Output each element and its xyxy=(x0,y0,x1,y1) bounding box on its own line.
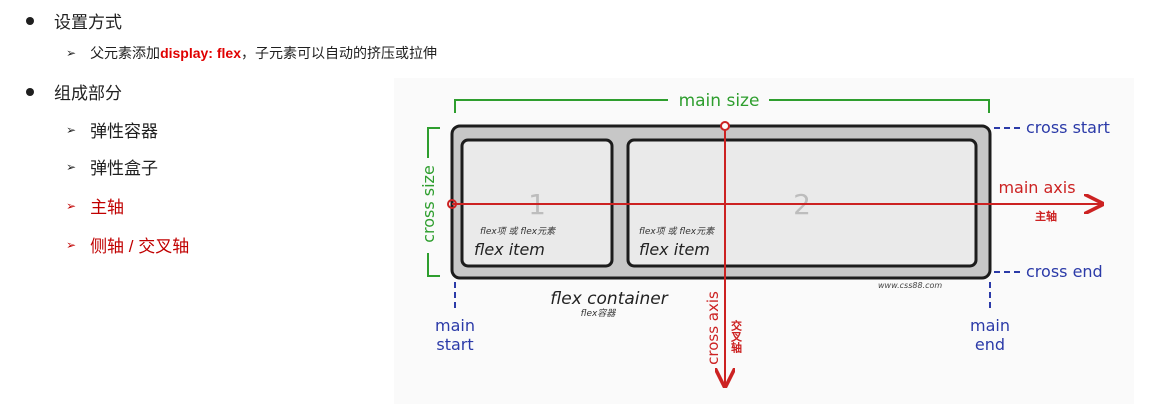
setup-detail-prefix: 父元素添加 xyxy=(90,45,161,61)
flex-item-2-caption: flex item xyxy=(639,240,710,259)
flexbox-diagram: main size cross size 1 flex项 或 flex元素 fl… xyxy=(394,78,1134,404)
setup-detail-code: display: flex xyxy=(160,45,241,61)
setup-detail: ➢ 父元素添加 display: flex ，子元素可以自动的挤压或拉伸 xyxy=(66,43,437,63)
cross-axis-label: cross axis xyxy=(704,291,722,365)
cross-start-label: cross start xyxy=(1026,118,1110,137)
main-start-label-1: main xyxy=(435,316,475,335)
parts-item-label: 侧轴 / 交叉轴 xyxy=(90,237,190,256)
parts-item: ➢ 侧轴 / 交叉轴 xyxy=(66,232,189,257)
arrow-bullet-icon: ➢ xyxy=(66,46,77,60)
parts-item: ➢ 弹性容器 xyxy=(66,117,158,142)
bullet-setup: 设置方式 xyxy=(26,8,122,33)
cross-axis-label-cn: 交叉轴 xyxy=(730,319,744,354)
flex-item-1-caption-cn: flex项 或 flex元素 xyxy=(480,226,556,237)
bullet-parts: 组成部分 xyxy=(26,79,122,104)
parts-item: ➢ 弹性盒子 xyxy=(66,154,158,179)
cross-axis-origin xyxy=(720,121,730,131)
parts-item: ➢ 主轴 xyxy=(66,193,124,218)
bullet-dot xyxy=(26,16,34,25)
arrow-bullet-icon: ➢ xyxy=(66,237,77,252)
cross-size-label: cross size xyxy=(419,165,438,243)
main-end-label-1: main xyxy=(970,316,1010,335)
setup-detail-suffix: ，子元素可以自动的挤压或拉伸 xyxy=(240,45,437,61)
main-axis-label: main axis xyxy=(998,178,1075,197)
arrow-bullet-icon: ➢ xyxy=(66,159,77,174)
watermark-text: www.css88.com xyxy=(878,281,942,290)
flex-item-2-caption-cn: flex项 或 flex元素 xyxy=(639,226,715,237)
main-end-label-2: end xyxy=(975,335,1005,354)
flex-item-1-caption: flex item xyxy=(474,240,545,259)
main-size-label: main size xyxy=(679,91,760,111)
parts-item-label: 弹性容器 xyxy=(90,122,159,141)
flex-container-label-cn: flex容器 xyxy=(581,308,617,319)
main-axis-label-cn: 主轴 xyxy=(1035,209,1057,223)
flexbox-diagram-svg: main size cross size 1 flex项 或 flex元素 fl… xyxy=(419,91,1110,404)
parts-item-label: 主轴 xyxy=(90,198,125,217)
bullet-dot xyxy=(26,87,34,96)
flex-container-label: flex container xyxy=(550,289,668,309)
arrow-bullet-icon: ➢ xyxy=(66,198,77,213)
main-start-label-2: start xyxy=(436,335,473,354)
parts-item-label: 弹性盒子 xyxy=(90,159,159,178)
cross-end-label: cross end xyxy=(1026,262,1103,281)
parts-label: 组成部分 xyxy=(54,84,122,103)
setup-label: 设置方式 xyxy=(54,13,122,32)
arrow-bullet-icon: ➢ xyxy=(66,122,77,137)
